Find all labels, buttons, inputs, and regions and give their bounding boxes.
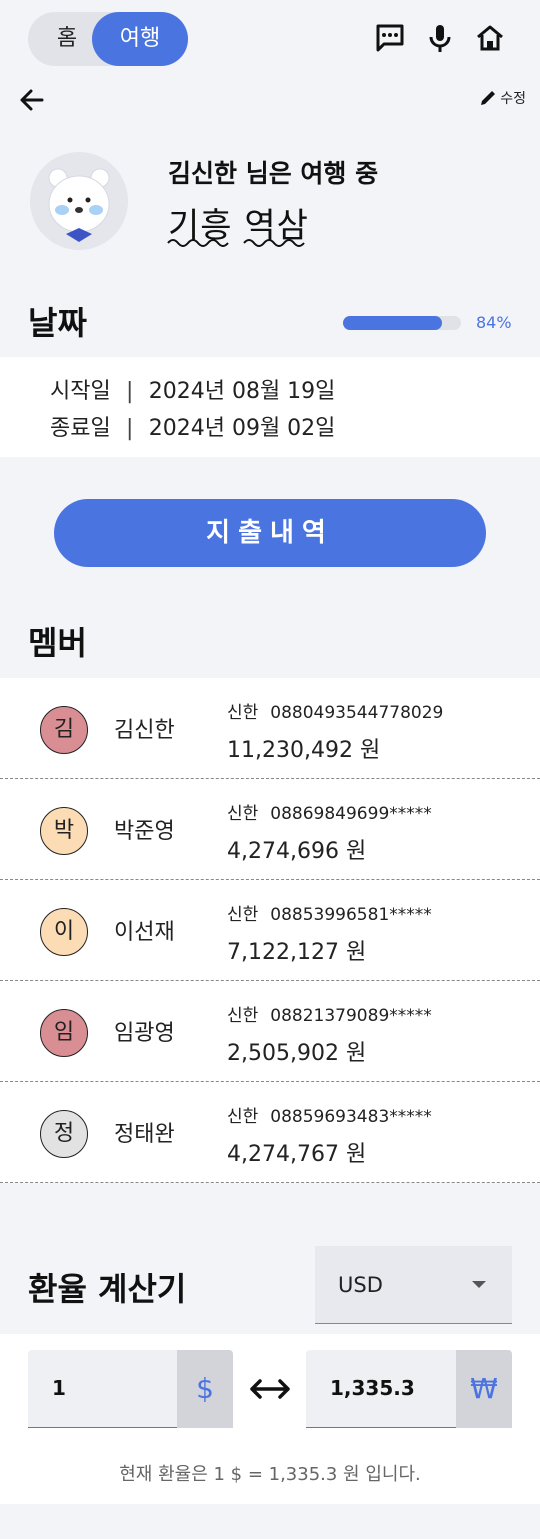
caret-down-icon — [472, 1281, 486, 1288]
back-arrow-icon[interactable] — [16, 84, 48, 116]
currency-select[interactable]: USD — [315, 1246, 512, 1324]
member-account-number: 0880493544778029 — [270, 703, 444, 723]
edit-button[interactable]: 수정 — [478, 88, 526, 108]
member-name: 임광영 — [114, 1021, 175, 1046]
member-name: 이선재 — [114, 920, 175, 945]
member-balance: 11,230,492 원 — [227, 738, 381, 763]
pencil-icon — [481, 91, 496, 105]
member-badge: 정 — [40, 1110, 88, 1158]
member-badge: 임 — [40, 1009, 88, 1057]
microphone-icon[interactable] — [424, 22, 456, 54]
trip-progress-label: 84% — [476, 313, 512, 332]
member-name: 김신한 — [114, 718, 175, 743]
avatar — [30, 152, 128, 250]
date-panel: 시작일 | 2024년 08월 19일 종료일 | 2024년 09월 02일 — [0, 357, 540, 457]
end-date-value: 2024년 09월 02일 — [148, 416, 336, 441]
bear-avatar-icon — [30, 152, 128, 250]
member-account: 신한 08859693483***** — [227, 1102, 432, 1127]
member-bank: 신한 — [227, 905, 259, 925]
member-bank: 신한 — [227, 703, 259, 723]
member-balance: 4,274,696 원 — [227, 839, 367, 864]
start-date-value: 2024년 08월 19일 — [148, 379, 336, 404]
expense-history-button[interactable]: 지출내역 — [54, 499, 486, 567]
member-account-number: 08821379089***** — [270, 1006, 432, 1026]
home-trip-toggle[interactable]: 홈 여행 — [28, 12, 188, 66]
home-icon[interactable] — [474, 22, 506, 54]
member-account-number: 08859693483***** — [270, 1107, 432, 1127]
member-badge: 박 — [40, 807, 88, 855]
member-account: 신한 08821379089***** — [227, 1001, 432, 1026]
to-amount-input[interactable]: 1,335.3 ₩ — [306, 1350, 512, 1428]
member-row[interactable]: 정 정태완 신한 08859693483***** 4,274,767 원 — [0, 1082, 540, 1183]
member-account-number: 08869849699***** — [270, 804, 432, 824]
member-name: 박준영 — [114, 819, 175, 844]
top-bar: 홈 여행 — [0, 0, 540, 80]
toggle-trip[interactable]: 여행 — [92, 12, 188, 66]
member-account: 신한 08853996581***** — [227, 900, 432, 925]
member-account-number: 08853996581***** — [270, 905, 432, 925]
member-list: 김 김신한 신한 0880493544778029 11,230,492 원 박 … — [0, 678, 540, 1183]
member-badge: 김 — [40, 706, 88, 754]
swap-arrows-icon[interactable] — [248, 1374, 292, 1404]
start-date-row: 시작일 | 2024년 08월 19일 — [50, 373, 335, 405]
member-account: 신한 08869849699***** — [227, 799, 432, 824]
dollar-icon: $ — [177, 1350, 233, 1428]
member-row[interactable]: 임 임광영 신한 08821379089***** 2,505,902 원 — [0, 981, 540, 1082]
member-balance: 2,505,902 원 — [227, 1041, 367, 1066]
from-amount-value: 1 — [52, 1376, 66, 1400]
edit-label: 수정 — [500, 91, 526, 107]
member-bank: 신한 — [227, 1107, 259, 1127]
exchange-rate-note: 현재 환율은 1 $ = 1,335.3 원 입니다. — [119, 1464, 421, 1485]
wavy-underline — [167, 239, 305, 247]
to-amount-value: 1,335.3 — [330, 1376, 415, 1400]
member-row[interactable]: 박 박준영 신한 08869849699***** 4,274,696 원 — [0, 779, 540, 880]
end-date-label: 종료일 — [50, 416, 111, 441]
separator: | — [126, 379, 134, 404]
exchange-panel: 1 $ 1,335.3 ₩ 현재 환율은 1 $ = 1,335.3 원 입니다… — [0, 1334, 540, 1504]
top-icons — [374, 22, 506, 54]
member-row[interactable]: 김 김신한 신한 0880493544778029 11,230,492 원 — [0, 678, 540, 779]
trip-progress-bar — [343, 316, 461, 330]
date-heading: 날짜 — [28, 304, 87, 342]
member-bank: 신한 — [227, 804, 259, 824]
member-account: 신한 0880493544778029 — [227, 698, 443, 723]
profile-title: 김신한 님은 여행 중 — [168, 159, 379, 188]
won-icon: ₩ — [456, 1350, 512, 1428]
chat-icon[interactable] — [374, 22, 406, 54]
member-bank: 신한 — [227, 1006, 259, 1026]
trip-progress-fill — [343, 316, 443, 330]
member-row[interactable]: 이 이선재 신한 08853996581***** 7,122,127 원 — [0, 880, 540, 981]
separator: | — [126, 416, 134, 441]
start-date-label: 시작일 — [50, 379, 111, 404]
member-name: 정태완 — [114, 1122, 175, 1147]
member-badge: 이 — [40, 908, 88, 956]
member-heading: 멤버 — [28, 624, 87, 662]
member-balance: 4,274,767 원 — [227, 1142, 367, 1167]
end-date-row: 종료일 | 2024년 09월 02일 — [50, 410, 335, 442]
currency-value: USD — [338, 1273, 383, 1297]
from-amount-input[interactable]: 1 $ — [28, 1350, 233, 1428]
member-balance: 7,122,127 원 — [227, 940, 367, 965]
exchange-heading: 환율 계산기 — [28, 1270, 187, 1308]
